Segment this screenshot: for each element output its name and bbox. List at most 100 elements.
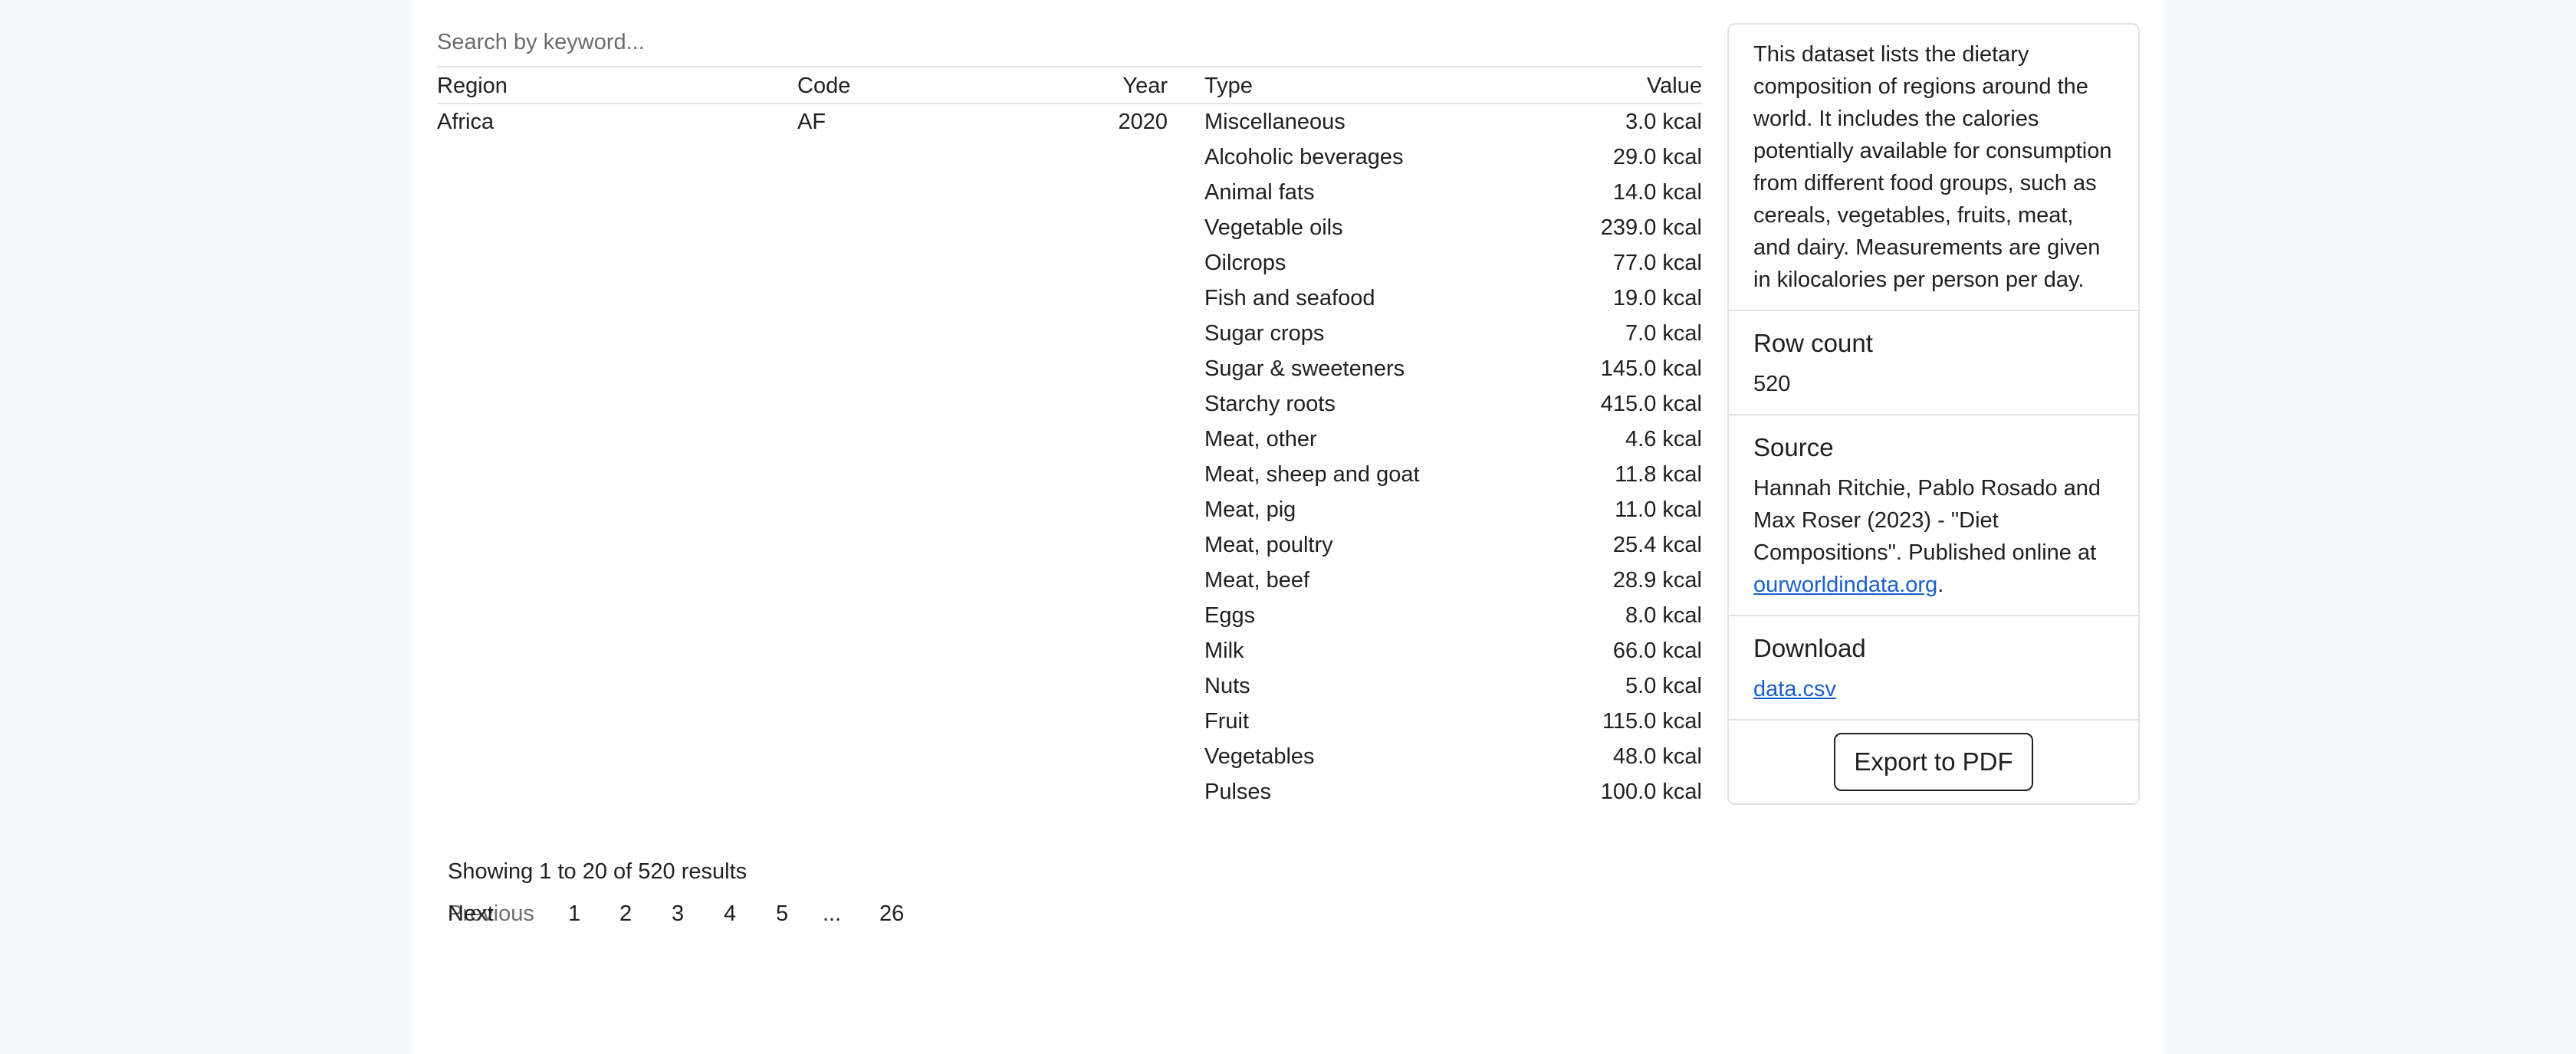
header-value[interactable]: Value	[1647, 67, 1702, 104]
table-row: Meat, sheep and goat 11.8 kcal	[437, 457, 1702, 492]
table-row: Eggs 8.0 kcal	[437, 598, 1702, 633]
dataset-info-panel: This dataset lists the dietary compositi…	[1727, 23, 2140, 805]
value-cell: 29.0 kcal	[1612, 145, 1702, 169]
type-cell: Oilcrops	[1204, 251, 1286, 275]
value-cell: 239.0 kcal	[1600, 215, 1702, 240]
type-cell: Eggs	[1204, 603, 1256, 628]
page-button-1[interactable]: 1	[568, 895, 580, 933]
dataset-description: This dataset lists the dietary compositi…	[1729, 25, 2138, 311]
table-row: Oilcrops 77.0 kcal	[437, 245, 1702, 281]
source-citation: Hannah Ritchie, Pablo Rosado and Max Ros…	[1753, 476, 2101, 565]
download-csv-link[interactable]: data.csv	[1753, 677, 1836, 701]
type-cell: Pulses	[1204, 780, 1272, 804]
pager: Previous 1 2 3 4 5... 26 Next	[448, 895, 904, 933]
type-cell: Meat, pig	[1204, 497, 1296, 522]
source-title: Source	[1753, 433, 1834, 461]
value-cell: 25.4 kcal	[1612, 533, 1702, 557]
data-table: Region Code Year Type Value Africa AF 2020…	[437, 67, 1702, 809]
type-cell: Vegetables	[1204, 744, 1315, 769]
next-button[interactable]: Next	[448, 895, 494, 933]
row-count-section: Row count 520	[1729, 311, 2138, 415]
row-count-title: Row count	[1753, 329, 1873, 357]
search-input[interactable]	[437, 18, 1702, 67]
value-cell: 19.0 kcal	[1612, 286, 1702, 310]
type-cell: Sugar & sweeteners	[1204, 356, 1405, 381]
table-row: Sugar & sweeteners 145.0 kcal	[437, 351, 1702, 386]
table-header: Region Code Year Type Value	[437, 67, 1702, 104]
table-row: Pulses 100.0 kcal	[437, 774, 1702, 809]
type-cell: Meat, beef	[1204, 568, 1310, 593]
table-row: Meat, pig 11.0 kcal	[437, 492, 1702, 527]
code-cell: AF	[797, 110, 826, 134]
page-button-4[interactable]: 4	[724, 895, 736, 933]
value-cell: 77.0 kcal	[1612, 251, 1702, 275]
value-cell: 7.0 kcal	[1625, 321, 1702, 346]
value-cell: 415.0 kcal	[1600, 392, 1702, 416]
header-type[interactable]: Type	[1204, 67, 1253, 104]
value-cell: 100.0 kcal	[1600, 780, 1702, 804]
type-cell: Nuts	[1204, 674, 1250, 698]
table-row: Meat, other 4.6 kcal	[437, 422, 1702, 457]
table-row: Vegetable oils 239.0 kcal	[437, 210, 1702, 245]
table-row: Fruit 115.0 kcal	[437, 704, 1702, 739]
value-cell: 14.0 kcal	[1612, 180, 1702, 205]
value-cell: 115.0 kcal	[1602, 709, 1702, 734]
page-button-3[interactable]: 3	[672, 895, 684, 933]
value-cell: 4.6 kcal	[1625, 427, 1702, 451]
page-button-26[interactable]: 26	[879, 895, 904, 933]
value-cell: 3.0 kcal	[1625, 110, 1702, 134]
value-cell: 145.0 kcal	[1600, 356, 1702, 381]
table-row: Alcoholic beverages 29.0 kcal	[437, 140, 1702, 175]
table-row: Meat, beef 28.9 kcal	[437, 563, 1702, 598]
type-cell: Meat, poultry	[1204, 533, 1333, 557]
type-cell: Starchy roots	[1204, 392, 1336, 416]
value-cell: 8.0 kcal	[1625, 603, 1702, 628]
table-row: Fish and seafood 19.0 kcal	[437, 281, 1702, 316]
type-cell: Fruit	[1204, 709, 1249, 734]
value-cell: 5.0 kcal	[1625, 674, 1702, 698]
type-cell: Milk	[1204, 639, 1244, 663]
type-cell: Meat, other	[1204, 427, 1317, 451]
source-section: Source Hannah Ritchie, Pablo Rosado and …	[1729, 415, 2138, 616]
download-title: Download	[1753, 634, 1866, 662]
pagination-ellipsis: ...	[823, 901, 842, 926]
header-year[interactable]: Year	[1122, 67, 1168, 104]
table-row: Animal fats 14.0 kcal	[437, 175, 1702, 210]
value-cell: 11.8 kcal	[1615, 462, 1702, 487]
page-button-5[interactable]: 5	[776, 895, 788, 933]
table-row: Milk 66.0 kcal	[437, 633, 1702, 668]
type-cell: Sugar crops	[1204, 321, 1325, 346]
table-row: Meat, poultry 25.4 kcal	[437, 527, 1702, 563]
year-cell: 2020	[1118, 110, 1168, 134]
table-row: Starchy roots 415.0 kcal	[437, 386, 1702, 422]
header-code[interactable]: Code	[797, 67, 850, 104]
page-button-2[interactable]: 2	[619, 895, 632, 933]
pagination: Showing 1 to 20 of 520 results Previous 1…	[448, 856, 904, 933]
value-cell: 11.0 kcal	[1615, 497, 1702, 522]
export-pdf-button[interactable]: Export to PDF	[1834, 733, 2033, 791]
value-cell: 28.9 kcal	[1612, 568, 1702, 593]
download-section: Download data.csv	[1729, 616, 2138, 721]
region-cell: Africa	[437, 110, 495, 134]
header-region[interactable]: Region	[437, 67, 508, 104]
row-count-value: 520	[1753, 372, 1791, 396]
source-text: Hannah Ritchie, Pablo Rosado and Max Ros…	[1753, 463, 2114, 615]
source-link[interactable]: ourworldindata.org	[1753, 573, 1937, 597]
type-cell: Animal fats	[1204, 180, 1315, 205]
type-cell: Meat, sheep and goat	[1204, 462, 1420, 487]
table-body: Africa AF 2020 Miscellaneous 3.0 kcal Alcohol…	[437, 104, 1702, 809]
table-row: Vegetables 48.0 kcal	[437, 739, 1702, 774]
results-summary: Showing 1 to 20 of 520 results	[448, 859, 748, 884]
table-row: Africa AF 2020 Miscellaneous 3.0 kcal	[437, 104, 1702, 140]
type-cell: Fish and seafood	[1204, 286, 1375, 310]
type-cell: Alcoholic beverages	[1204, 145, 1404, 169]
source-end: .	[1937, 573, 1944, 597]
table-row: Nuts 5.0 kcal	[437, 668, 1702, 704]
export-section: Export to PDF	[1729, 721, 2138, 803]
page: Region Code Year Type Value Africa AF 2020…	[412, 0, 2164, 1054]
type-cell: Vegetable oils	[1204, 215, 1343, 240]
value-cell: 66.0 kcal	[1612, 639, 1702, 663]
table-row: Sugar crops 7.0 kcal	[437, 316, 1702, 351]
type-cell: Miscellaneous	[1204, 110, 1346, 134]
value-cell: 48.0 kcal	[1612, 744, 1702, 769]
